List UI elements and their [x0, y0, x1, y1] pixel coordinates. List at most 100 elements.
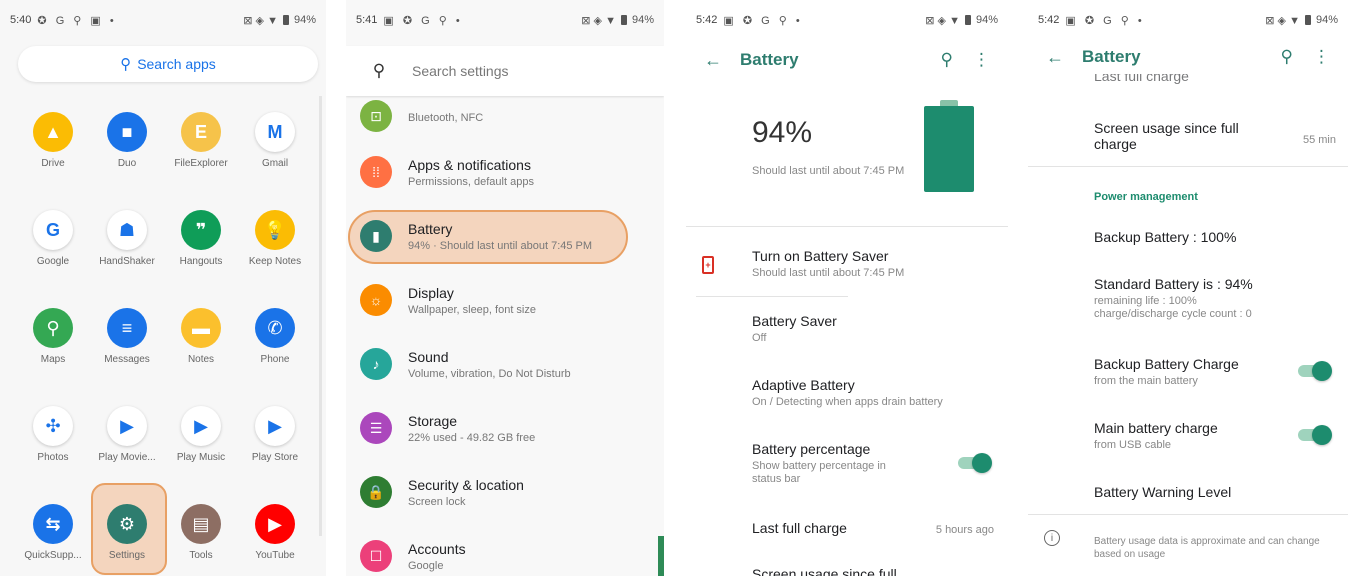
app-fileexplorer[interactable]: E FileExplorer	[166, 112, 236, 169]
battery-estimate-text: Should last until about 7:45 PM	[752, 165, 905, 177]
notification-icons: ▣ ✪ G ⚲ •	[723, 14, 803, 27]
play-store-icon: ▶	[255, 406, 295, 446]
page-title: Battery	[740, 50, 799, 69]
settings-row-sound[interactable]: ♪ Sound Volume, vibration, Do Not Disturb	[346, 332, 664, 396]
app-play-movie[interactable]: ▶ Play Movie...	[92, 406, 162, 463]
app-label: Play Movie...	[98, 452, 156, 463]
settings-row-accounts[interactable]: ☐ Accounts Google	[346, 524, 664, 576]
notes-icon: ▬	[181, 308, 221, 348]
app-label: Messages	[104, 354, 150, 365]
phone-icon: ✆	[255, 308, 295, 348]
app-notes[interactable]: ▬ Notes	[166, 308, 236, 365]
app-play-music[interactable]: ▶ Play Music	[166, 406, 236, 463]
notification-icons: ✪ G ⚲ ▣ •	[37, 14, 117, 27]
handshaker-icon: ☗	[107, 210, 147, 250]
search-icon[interactable]: ⚲	[1281, 47, 1293, 67]
app-hangouts[interactable]: ❞ Hangouts	[166, 210, 236, 267]
row-title: Screen usage since full charge	[1094, 120, 1239, 152]
battery-percent: 94%	[1315, 14, 1338, 26]
search-icon: ⚲	[372, 61, 386, 80]
app-label: QuickSupp...	[24, 550, 82, 561]
settings-row-battery[interactable]: ▮ Battery 94% · Should last until about 7:…	[346, 204, 664, 268]
row-title: Turn on Battery Saver	[752, 248, 889, 264]
battery-screen: 5:42 ▣ ✪ G ⚲ • ⊠ ◈ ▼ 94% ← Battery ⚲ ⋮ 9…	[686, 0, 1008, 576]
battery-status-icon	[282, 15, 289, 25]
app-settings[interactable]: ⚙ Settings	[92, 504, 162, 561]
settings-row-display[interactable]: ☼ Display Wallpaper, sleep, font size	[346, 268, 664, 332]
status-time: 5:42	[1038, 14, 1060, 26]
divider	[1028, 166, 1348, 167]
battery-saver-setting[interactable]: Battery Saver Off	[752, 313, 1008, 345]
settings-row-subtitle: Bluetooth, NFC	[408, 111, 484, 124]
settings-row-title: Apps & notifications	[408, 156, 531, 173]
app-label: Hangouts	[179, 256, 223, 267]
adaptive-battery-setting[interactable]: Adaptive Battery On / Detecting when app…	[752, 377, 1008, 409]
accounts-icon: ☐	[360, 540, 392, 572]
app-quicksupp[interactable]: ⇆ QuickSupp...	[18, 504, 88, 561]
row-title: Adaptive Battery	[752, 377, 855, 393]
app-youtube[interactable]: ▶ YouTube	[240, 504, 310, 561]
row-value: 5 hours ago	[935, 524, 994, 536]
more-options-icon[interactable]: ⋮	[973, 50, 990, 70]
battery-warning-level-row[interactable]: Battery Warning Level	[1094, 484, 1348, 500]
battery-percentage-toggle[interactable]	[958, 453, 992, 473]
app-play-store[interactable]: ▶ Play Store	[240, 406, 310, 463]
back-arrow-icon[interactable]: ←	[686, 50, 740, 71]
battery-percentage-setting[interactable]: Battery percentage Show battery percenta…	[752, 441, 912, 486]
app-label: Google	[36, 256, 70, 267]
google-icon: G	[33, 210, 73, 250]
settings-icon: ⚙	[107, 504, 147, 544]
play-movies-icon: ▶	[107, 406, 147, 446]
status-bar: 5:42 ▣ ✪ G ⚲ • ⊠ ◈ ▼ 94%	[1028, 0, 1348, 40]
app-maps[interactable]: ⚲ Maps	[18, 308, 88, 365]
turn-on-battery-saver[interactable]: Turn on Battery Saver Should last until …	[752, 248, 1008, 280]
settings-row-security[interactable]: 🔒 Security & location Screen lock	[346, 460, 664, 524]
battery-percent: 94%	[293, 14, 316, 26]
battery-percent: 94%	[975, 14, 998, 26]
search-settings-bar[interactable]: ⚲ Search settings	[346, 46, 664, 96]
settings-row-storage[interactable]: ☰ Storage 22% used - 49.82 GB free	[346, 396, 664, 460]
back-arrow-icon[interactable]: ←	[1028, 47, 1082, 68]
app-phone[interactable]: ✆ Phone	[240, 308, 310, 365]
app-duo[interactable]: ■ Duo	[92, 112, 162, 169]
main-battery-charge-toggle[interactable]	[1298, 425, 1332, 445]
row-title: Backup Battery : 100%	[1094, 229, 1237, 245]
page-title: Battery	[1082, 47, 1141, 66]
app-label: Play Music	[176, 452, 226, 463]
row-subtitle: On / Detecting when apps drain battery	[752, 396, 943, 408]
notification-icons: ▣ ✪ G ⚲ •	[383, 14, 463, 27]
settings-row-apps[interactable]: ⁞⁞ Apps & notifications Permissions, defau…	[346, 140, 664, 204]
battery-status-icon	[1304, 15, 1311, 25]
app-label: Play Store	[251, 452, 299, 463]
row-title: Battery percentage	[752, 441, 871, 457]
file-explorer-icon: E	[181, 112, 221, 152]
settings-row-title: Battery	[408, 220, 453, 237]
search-settings-placeholder: Search settings	[412, 63, 509, 79]
app-label: Settings	[108, 550, 146, 561]
battery-status-icon	[620, 15, 627, 25]
app-keep-notes[interactable]: 💡 Keep Notes	[240, 210, 310, 267]
app-label: Maps	[40, 354, 66, 365]
section-header: Power management	[1094, 191, 1198, 203]
search-icon[interactable]: ⚲	[941, 50, 953, 70]
storage-icon: ☰	[360, 412, 392, 444]
backup-battery-row: Backup Battery : 100%	[1094, 229, 1348, 245]
app-tools[interactable]: ▤ Tools	[166, 504, 236, 561]
status-bar: 5:40 ✪ G ⚲ ▣ • ⊠ ◈ ▼ 94%	[0, 0, 326, 40]
app-gmail[interactable]: M Gmail	[240, 112, 310, 169]
app-handshaker[interactable]: ☗ HandShaker	[92, 210, 162, 267]
app-google[interactable]: G Google	[18, 210, 88, 267]
app-photos[interactable]: ✣ Photos	[18, 406, 88, 463]
settings-row-subtitle: Volume, vibration, Do Not Disturb	[408, 367, 571, 380]
more-options-icon[interactable]: ⋮	[1313, 47, 1330, 67]
app-drawer-scrollbar[interactable]	[319, 96, 322, 536]
divider	[686, 226, 1008, 227]
app-messages[interactable]: ≡ Messages	[92, 308, 162, 365]
messages-icon: ≡	[107, 308, 147, 348]
footer-note: Battery usage data is approximate and ca…	[1094, 532, 1334, 561]
search-apps-bar[interactable]: ⚲ Search apps	[18, 46, 318, 82]
app-drive[interactable]: ▲ Drive	[18, 112, 88, 169]
signal-icons: ⊠ ◈ ▼	[581, 14, 616, 27]
backup-battery-charge-toggle[interactable]	[1298, 361, 1332, 381]
footer-text: Battery usage data is approximate and ca…	[1094, 536, 1320, 560]
